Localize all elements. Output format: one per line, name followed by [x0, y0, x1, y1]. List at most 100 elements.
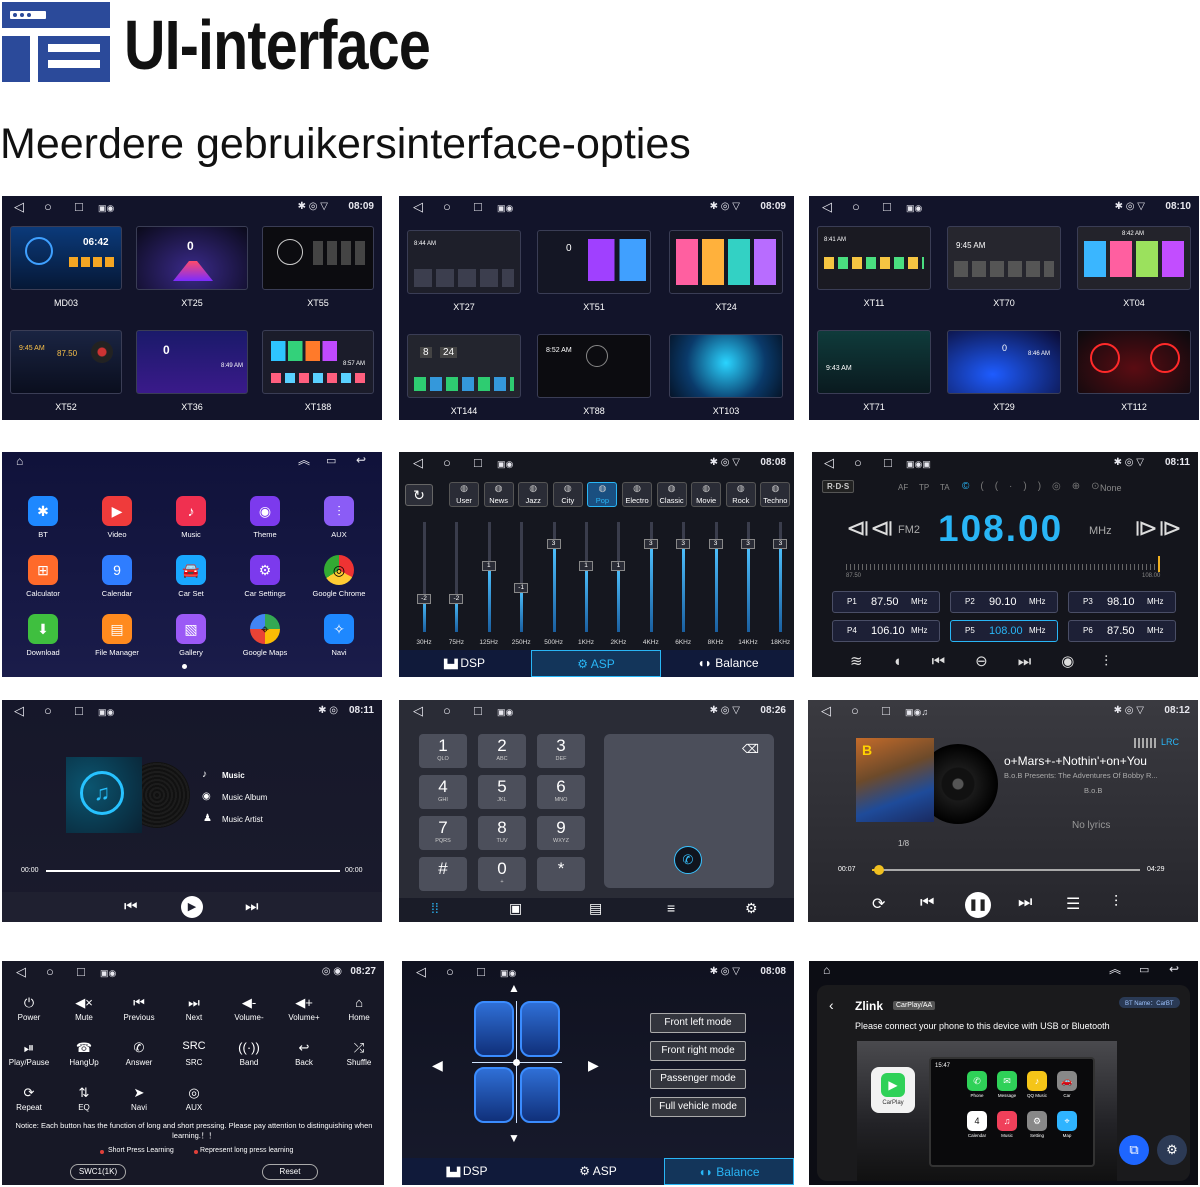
home-icon[interactable]: ○ [854, 456, 862, 469]
dial-key-5[interactable]: 5 JKL [478, 775, 526, 809]
swc-aux-icon[interactable]: ◎ [169, 1085, 219, 1101]
navi-app-icon[interactable]: ✧ [324, 614, 354, 644]
car-settings-app-icon[interactable]: ⚙ [250, 555, 280, 585]
settings-tab-icon[interactable]: ⚙ [745, 900, 758, 917]
arrow-up-icon[interactable]: ▲ [508, 981, 520, 995]
dial-key-hash[interactable]: # [419, 857, 467, 891]
menu-music[interactable]: Music [222, 771, 245, 780]
dial-key-9[interactable]: 9 WXYZ [537, 816, 585, 850]
eq-band-knob[interactable]: -2 [417, 594, 431, 604]
theme-thumb-xt04[interactable]: 8:42 AM [1077, 226, 1191, 290]
reset-button[interactable]: Reset [262, 1164, 318, 1180]
home-icon[interactable]: ○ [851, 704, 859, 717]
eq-band-knob[interactable]: 3 [546, 539, 561, 549]
recents-icon[interactable]: □ [75, 704, 83, 717]
previous-icon[interactable]: ⏮ [124, 898, 138, 915]
swc-back-icon[interactable]: ↩ [279, 1040, 329, 1056]
gallery-app-icon[interactable]: ▧ [176, 614, 206, 644]
pause-button[interactable]: ❚❚ [965, 892, 991, 918]
front-right-mode-button[interactable]: Front right mode [650, 1041, 746, 1061]
next-icon[interactable]: ⏭ [1018, 894, 1032, 912]
seek-forward-icon[interactable]: ⧐⧐ [1134, 514, 1182, 543]
eq-band-knob[interactable]: -2 [449, 594, 464, 604]
dial-key-4[interactable]: 4 GHI [419, 775, 467, 809]
eq-band-knob[interactable]: 1 [579, 561, 593, 571]
swc-previous-icon[interactable]: ⏮ [114, 995, 164, 1011]
video-app-icon[interactable]: ▶ [102, 496, 132, 526]
recents-icon[interactable]: □ [883, 200, 891, 213]
theme-thumb-xt36[interactable]: 0 8:49 AM [136, 330, 248, 394]
balance-point[interactable] [513, 1059, 520, 1066]
theme-thumb-xt52[interactable]: 9:45 AM 87.50 [10, 330, 122, 394]
dial-key-6[interactable]: 6 MNO [537, 775, 585, 809]
bt-app-icon[interactable]: ✱ [28, 496, 58, 526]
eq-preset-techno[interactable]: ◍ Techno [760, 482, 791, 507]
eq-band-knob[interactable]: 3 [643, 539, 658, 549]
backspace-icon[interactable]: ⌫ [742, 742, 759, 756]
band-label[interactable]: FM2 [898, 524, 920, 536]
settings-button[interactable]: ⚙ [1157, 1135, 1187, 1165]
recents-icon[interactable]: □ [474, 704, 482, 717]
swc-repeat-icon[interactable]: ⟳ [4, 1085, 54, 1101]
back-chevron-icon[interactable]: ‹ [829, 997, 834, 1013]
lrc-toggle[interactable]: LRC [1161, 737, 1179, 747]
dial-key-2[interactable]: 2 ABC [478, 734, 526, 768]
home-icon[interactable]: ○ [443, 456, 451, 469]
tab-asp[interactable]: ⚙ ASP [533, 1158, 663, 1185]
home-icon[interactable]: ○ [46, 965, 54, 978]
swc-play-pause-icon[interactable]: ⏯ [4, 1040, 54, 1056]
back-icon[interactable]: ◁ [413, 200, 423, 213]
seat-front-left[interactable] [474, 1001, 514, 1057]
contacts-tab-icon[interactable]: ▣ [509, 900, 522, 917]
mirror-button[interactable]: ⧉ [1119, 1135, 1149, 1165]
keypad-tab-icon[interactable]: ⁞⁞ [431, 900, 439, 916]
home-icon[interactable]: ⌂ [823, 964, 830, 977]
dial-key-7[interactable]: 7 PQRS [419, 816, 467, 850]
back-icon[interactable]: ◁ [824, 456, 834, 469]
seat-front-right[interactable] [520, 1001, 560, 1057]
swc-home-icon[interactable]: ⌂ [334, 995, 384, 1010]
recents-icon[interactable]: □ [477, 965, 485, 978]
swc-eq-icon[interactable]: ⇅ [59, 1085, 109, 1101]
preset-button-p4[interactable]: P4 106.10 MHz [832, 620, 940, 642]
menu-artist[interactable]: Music Artist [222, 815, 263, 824]
eq-preset-news[interactable]: ◍ News [483, 482, 514, 507]
dial-key-0[interactable]: 0 + [478, 857, 526, 891]
eq-band-knob[interactable]: 3 [741, 539, 755, 549]
download-app-icon[interactable]: ⬇ [28, 614, 58, 644]
back-icon[interactable]: ◁ [14, 704, 24, 717]
eq-band-knob[interactable]: 1 [481, 561, 496, 571]
swc-shuffle-icon[interactable]: ⤮ [334, 1040, 384, 1056]
music-app-icon[interactable]: ♪ [176, 496, 206, 526]
theme-thumb-xt27[interactable]: 8:44 AM [407, 230, 521, 294]
theme-thumb-xt29[interactable]: 0 8:46 AM [947, 330, 1061, 394]
home-icon[interactable]: ○ [44, 200, 52, 213]
calendar-app-icon[interactable]: 9 [102, 555, 132, 585]
progress-bar[interactable] [46, 870, 340, 872]
eq-band-knob[interactable]: -1 [514, 583, 529, 593]
eq-band-knob[interactable]: 3 [773, 539, 788, 549]
af-toggle[interactable]: AF [898, 483, 908, 492]
theme-thumb-xt25[interactable]: 0 [136, 226, 248, 290]
full-vehicle-mode-button[interactable]: Full vehicle mode [650, 1097, 746, 1117]
tp-toggle[interactable]: TP [919, 483, 929, 492]
tab-balance[interactable]: ◖◗ Balance [664, 1158, 794, 1185]
tab-dsp[interactable]: ▙▟ DSP [399, 650, 530, 677]
eq-preset-movie[interactable]: ◍ Movie [691, 482, 722, 507]
seek-back-icon[interactable]: ⧏⧏ [846, 514, 894, 543]
theme-thumb-xt51[interactable]: 0 [537, 230, 651, 294]
theme-thumb-xt71[interactable]: 9:43 AM [817, 330, 931, 394]
file-manager-app-icon[interactable]: ▤ [102, 614, 132, 644]
car-set-app-icon[interactable]: 🚘 [176, 555, 206, 585]
theme-thumb-xt144[interactable]: 8 24 [407, 334, 521, 398]
tab-balance[interactable]: ◖◗ Balance [662, 650, 794, 677]
preset-button-p1[interactable]: P1 87.50 MHz [832, 591, 940, 613]
google-chrome-app-icon[interactable]: ◎ [324, 555, 354, 585]
theme-thumb-xt70[interactable]: 9:45 AM [947, 226, 1061, 290]
preset-button-p6[interactable]: P6 87.50 MHz [1068, 620, 1176, 642]
swc-power-icon[interactable]: ⏻ [4, 995, 54, 1011]
swc-src-icon[interactable]: SRC [169, 1040, 219, 1052]
theme-thumb-xt188[interactable]: 8:57 AM [262, 330, 374, 394]
back-icon[interactable]: ◁ [416, 965, 426, 978]
return-icon[interactable]: ↩ [356, 454, 366, 467]
